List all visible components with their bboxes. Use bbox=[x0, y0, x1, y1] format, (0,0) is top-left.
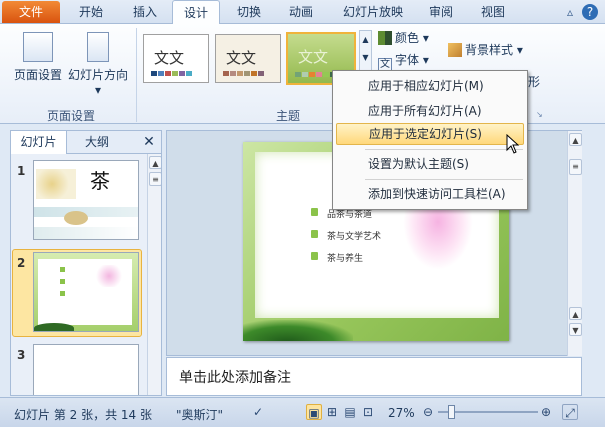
normal-view-icon[interactable]: ▣ bbox=[306, 404, 322, 420]
scroll-up-icon[interactable]: ▲ bbox=[569, 133, 582, 146]
tab-transitions[interactable]: 切换 bbox=[226, 0, 272, 24]
ribbon-tab-bar: 文件 开始 插入 设计 切换 动画 幻灯片放映 审阅 视图 ▵ ? bbox=[0, 0, 605, 25]
slide-thumbnail-3[interactable] bbox=[33, 344, 139, 395]
menu-set-default-theme[interactable]: 设置为默认主题(S) bbox=[336, 153, 524, 175]
chevron-down-icon: ▾ bbox=[94, 83, 102, 97]
tab-review[interactable]: 审阅 bbox=[418, 0, 464, 24]
tab-outline[interactable]: 大纲 bbox=[69, 131, 125, 154]
menu-apply-matching-slides[interactable]: 应用于相应幻灯片(M) bbox=[336, 75, 524, 97]
tea-image bbox=[64, 211, 88, 225]
page-setup-button[interactable]: 页面设置 bbox=[12, 32, 64, 83]
slide-orientation-icon bbox=[87, 32, 109, 62]
slide-number: 1 bbox=[17, 164, 26, 178]
theme-swatches bbox=[223, 71, 264, 76]
fonts-label: 字体 bbox=[395, 53, 420, 67]
mouse-cursor-icon bbox=[506, 134, 520, 154]
slide-number: 2 bbox=[17, 256, 26, 270]
zoom-slider-thumb[interactable] bbox=[448, 405, 455, 419]
menu-separator bbox=[365, 179, 523, 180]
reading-view-icon[interactable]: ▤ bbox=[342, 404, 358, 420]
slideshow-view-icon[interactable]: ⊡ bbox=[360, 404, 376, 420]
tab-home[interactable]: 开始 bbox=[68, 0, 114, 24]
tab-design[interactable]: 设计 bbox=[172, 0, 220, 25]
page-setup-label: 页面设置 bbox=[13, 68, 62, 82]
apply-theme-menu: 应用于相应幻灯片(M) 应用于所有幻灯片(A) 应用于选定幻灯片(S) 设置为默… bbox=[332, 70, 528, 210]
thumb-title: 茶 bbox=[90, 169, 110, 193]
scroll-thumb[interactable]: ≡ bbox=[149, 172, 161, 186]
close-panel-icon[interactable]: ✕ bbox=[139, 131, 159, 154]
tab-slides[interactable]: 幻灯片 bbox=[11, 131, 67, 154]
tab-file[interactable]: 文件 bbox=[2, 1, 60, 23]
hide-background-partial[interactable]: 形 bbox=[528, 72, 540, 92]
background-styles-label: 背景样式 bbox=[465, 43, 514, 57]
spell-check-icon[interactable]: ✓ bbox=[250, 404, 266, 420]
notes-placeholder: 单击此处添加备注 bbox=[179, 370, 291, 386]
slide-count-status: 幻灯片 第 2 张，共 14 张 bbox=[14, 408, 152, 422]
bullet-icon bbox=[311, 208, 318, 216]
next-slide-icon[interactable]: ▼ bbox=[569, 323, 582, 336]
slide-number: 3 bbox=[17, 348, 26, 362]
fonts-button[interactable]: 文字体 ▾ bbox=[378, 50, 429, 72]
slide-orientation-button[interactable]: 幻灯片方向 ▾ bbox=[66, 32, 130, 97]
colors-label: 颜色 bbox=[395, 31, 420, 45]
fit-to-window-icon[interactable]: ⤢ bbox=[562, 404, 578, 420]
theme-name-status[interactable]: "奥斯汀" bbox=[176, 406, 223, 423]
prev-slide-icon[interactable]: ▲ bbox=[569, 307, 582, 320]
tab-animations[interactable]: 动画 bbox=[278, 0, 324, 24]
theme-office[interactable]: 文文 bbox=[143, 34, 209, 83]
scroll-up-icon[interactable]: ▲ bbox=[149, 156, 161, 169]
zoom-in-icon[interactable]: ⊕ bbox=[538, 404, 554, 420]
colors-icon bbox=[378, 31, 392, 45]
background-styles-button[interactable]: 背景样式 ▾ bbox=[448, 40, 523, 60]
slide-orientation-label: 幻灯片方向 bbox=[67, 68, 128, 82]
slide-thumbnail-panel: 1 茶 2 3 ▲ ≡ bbox=[10, 154, 162, 396]
page-setup-icon bbox=[23, 32, 53, 62]
zoom-level[interactable]: 27% bbox=[388, 406, 415, 420]
thumb-flower bbox=[94, 265, 124, 287]
slide-thumbnail-1[interactable]: 茶 bbox=[33, 160, 139, 240]
tab-view[interactable]: 视图 bbox=[470, 0, 516, 24]
slide-bullet-text: 茶与文学艺术 bbox=[327, 232, 382, 242]
tab-insert[interactable]: 插入 bbox=[122, 0, 168, 24]
slide-panel-tabs: 幻灯片 大纲 ✕ bbox=[10, 130, 162, 154]
theme-sample-text: 文文 bbox=[298, 48, 329, 66]
theme-swatches bbox=[295, 72, 336, 77]
status-bar: 幻灯片 第 2 张，共 14 张 "奥斯汀" ✓ ▣ ⊞ ▤ ⊡ 27% ⊖ ⊕… bbox=[0, 397, 605, 427]
help-icon[interactable]: ? bbox=[582, 4, 598, 20]
collapse-ribbon-icon[interactable]: ▵ bbox=[562, 4, 578, 20]
thumb-bullet bbox=[60, 267, 65, 272]
slide-bullet-text: 茶与养生 bbox=[327, 254, 364, 264]
tab-slideshow[interactable]: 幻灯片放映 bbox=[334, 0, 412, 24]
thumb-bullet bbox=[60, 291, 65, 296]
slide-thumbnail-2[interactable] bbox=[33, 252, 139, 332]
bullet-icon bbox=[311, 230, 318, 238]
thumb-grass bbox=[34, 323, 74, 331]
zoom-out-icon[interactable]: ⊖ bbox=[420, 404, 436, 420]
notes-pane[interactable]: 单击此处添加备注 bbox=[166, 357, 582, 396]
colors-button[interactable]: 颜色 ▾ bbox=[378, 28, 429, 48]
menu-apply-all-slides[interactable]: 应用于所有幻灯片(A) bbox=[336, 100, 524, 122]
menu-add-to-quick-access[interactable]: 添加到快速访问工具栏(A) bbox=[336, 183, 524, 205]
thumbnail-scrollbar[interactable]: ▲ ≡ bbox=[147, 154, 161, 395]
theme-swatches bbox=[151, 71, 192, 76]
dialog-launcher-icon[interactable]: ↘ bbox=[536, 110, 543, 119]
theme-sample-text: 文文 bbox=[226, 49, 257, 67]
tea-cup-image bbox=[36, 169, 76, 199]
menu-apply-selected-slides[interactable]: 应用于选定幻灯片(S) bbox=[336, 123, 524, 145]
theme-paper[interactable]: 文文 bbox=[215, 34, 281, 83]
thumb-footer bbox=[34, 227, 138, 239]
group-divider bbox=[136, 28, 137, 122]
page-setup-group-label: 页面设置 bbox=[46, 109, 95, 123]
tea-leaves-image bbox=[243, 320, 353, 341]
menu-separator bbox=[365, 149, 523, 150]
background-styles-icon bbox=[448, 43, 462, 57]
theme-sample-text: 文文 bbox=[154, 49, 185, 67]
slide-scrollbar[interactable]: ▲ ≡ ▲ ▼ bbox=[567, 131, 582, 356]
scroll-thumb[interactable]: ≡ bbox=[569, 159, 582, 175]
bullet-icon bbox=[311, 252, 318, 260]
thumb-bullet bbox=[60, 279, 65, 284]
slide-sorter-icon[interactable]: ⊞ bbox=[324, 404, 340, 420]
